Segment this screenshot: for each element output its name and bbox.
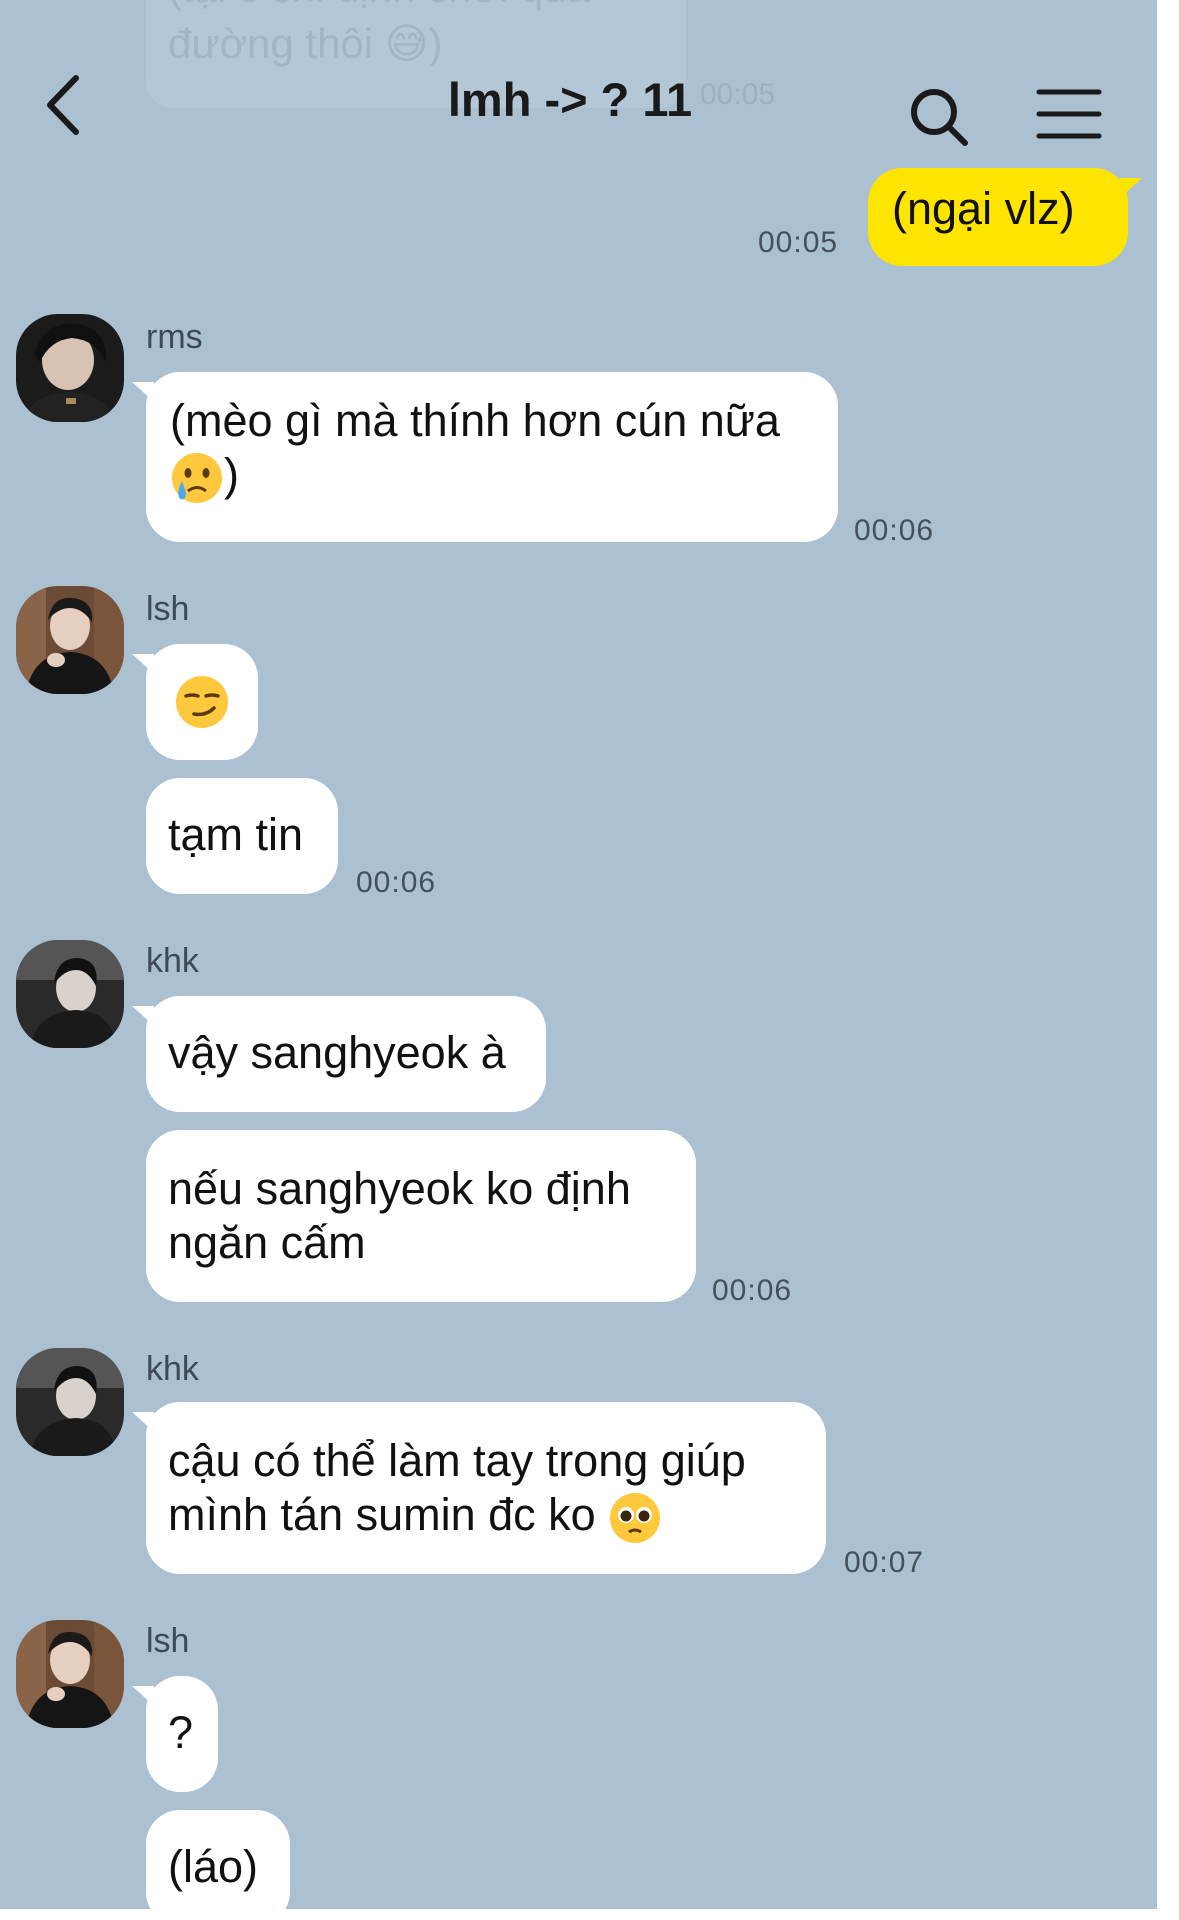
message-text-line-2-end: ) [224, 449, 239, 500]
message-text: (ngại vlz) [892, 183, 1075, 234]
avatar-lsh[interactable] [16, 1620, 124, 1728]
search-icon [911, 89, 968, 146]
message-text-line-2: ) [170, 448, 814, 505]
avatar-khk-image [16, 940, 124, 1048]
message-time: 00:05 [758, 226, 839, 259]
menu-button[interactable] [1036, 88, 1102, 140]
message-text-line-2: ngăn cấm [168, 1217, 366, 1268]
incoming-emoji-bubble[interactable] [132, 644, 258, 760]
message-text-line-2: mình tán sumin đc ko [168, 1488, 804, 1545]
message-text-line-1: (mèo gì mà thính hơn cún nữa [170, 395, 780, 446]
back-button[interactable] [40, 72, 90, 138]
message-text: (láo) [168, 1841, 259, 1892]
message-time: 00:06 [712, 1274, 793, 1307]
avatar-lsh-image [16, 1620, 124, 1728]
message-text-line-1: cậu có thể làm tay trong giúp [168, 1435, 746, 1486]
message-text-line-1: nếu sanghyeok ko định [168, 1163, 631, 1214]
outgoing-message-bubble[interactable]: (ngại vlz) [868, 168, 1142, 266]
incoming-message-bubble[interactable]: (láo) [146, 1810, 290, 1909]
incoming-message-bubble[interactable]: ? [132, 1676, 218, 1792]
message-text: ? [168, 1707, 194, 1758]
faded-message-line-2: đường thôi 😅) [168, 20, 443, 67]
screen-bottom-edge [0, 1909, 1179, 1920]
message-text-line-2-start: mình tán sumin đc ko [168, 1489, 596, 1540]
message-text: tạm tin [168, 809, 304, 860]
screen-edge [1157, 0, 1179, 1920]
avatar-lsh-image [16, 586, 124, 694]
chat-title: lmh -> ? 11 [447, 73, 693, 126]
sender-name: khk [146, 1350, 199, 1388]
incoming-message-bubble[interactable]: (mèo gì mà thính hơn cún nữa ) [132, 372, 838, 542]
avatar-rms[interactable] [16, 314, 124, 422]
message-time: 00:07 [844, 1546, 925, 1579]
sender-name: lsh [146, 1622, 190, 1660]
hamburger-menu-icon [1036, 89, 1102, 139]
message-time: 00:06 [356, 866, 437, 899]
sender-name: khk [146, 942, 199, 980]
sender-name: rms [146, 318, 203, 356]
avatar-lsh[interactable] [16, 586, 124, 694]
avatar-khk[interactable] [16, 1348, 124, 1456]
incoming-message-bubble[interactable]: cậu có thể làm tay trong giúp mình tán s… [132, 1402, 826, 1574]
message-text: vậy sanghyeok à [168, 1027, 506, 1078]
message-time: 00:06 [854, 514, 935, 547]
avatar-rms-image [16, 314, 124, 422]
sender-name: lsh [146, 590, 190, 628]
search-button[interactable] [908, 86, 970, 148]
incoming-message-bubble[interactable]: nếu sanghyeok ko định ngăn cấm [146, 1130, 696, 1302]
incoming-message-bubble[interactable]: tạm tin [146, 778, 338, 894]
chat-area[interactable]: (tại c chỉ định chơi qua đường thôi 😅) 0… [0, 0, 1157, 1909]
pleading-face-emoji [610, 1493, 661, 1544]
chevron-left-icon [47, 75, 79, 135]
faded-message-line-1: (tại c chỉ định chơi qua [168, 0, 686, 16]
incoming-message-bubble[interactable]: vậy sanghyeok à [132, 996, 546, 1112]
avatar-khk-image [16, 1348, 124, 1456]
smirking-face-emoji [176, 676, 228, 729]
avatar-khk[interactable] [16, 940, 124, 1048]
crying-face-emoji [172, 453, 222, 504]
